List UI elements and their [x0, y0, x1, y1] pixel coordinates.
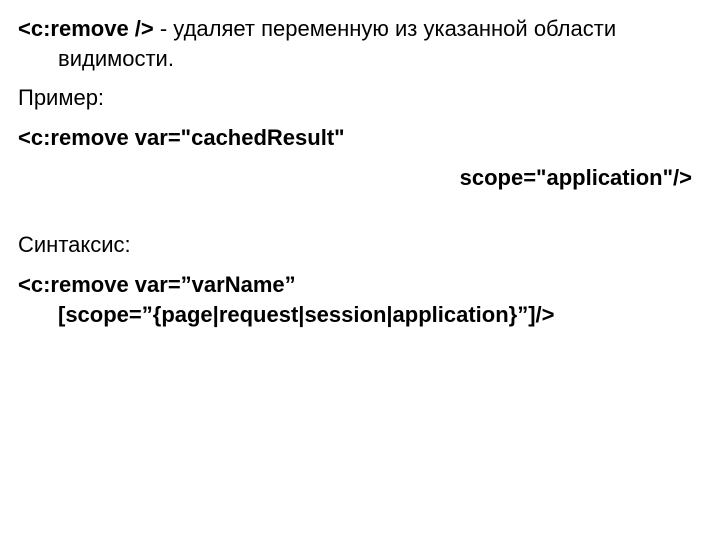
tag-name: <c:remove /> — [18, 16, 154, 41]
example-label: Пример: — [18, 83, 702, 113]
syntax-text: <c:remove var=”varName” [scope=”{page|re… — [18, 270, 702, 329]
syntax-label: Синтаксис: — [18, 230, 702, 260]
description-paragraph: <c:remove /> - удаляет переменную из ука… — [18, 14, 702, 73]
code-example-line1: <c:remove var="cachedResult" — [18, 123, 702, 153]
code-example-line2: scope="application"/> — [18, 163, 702, 193]
